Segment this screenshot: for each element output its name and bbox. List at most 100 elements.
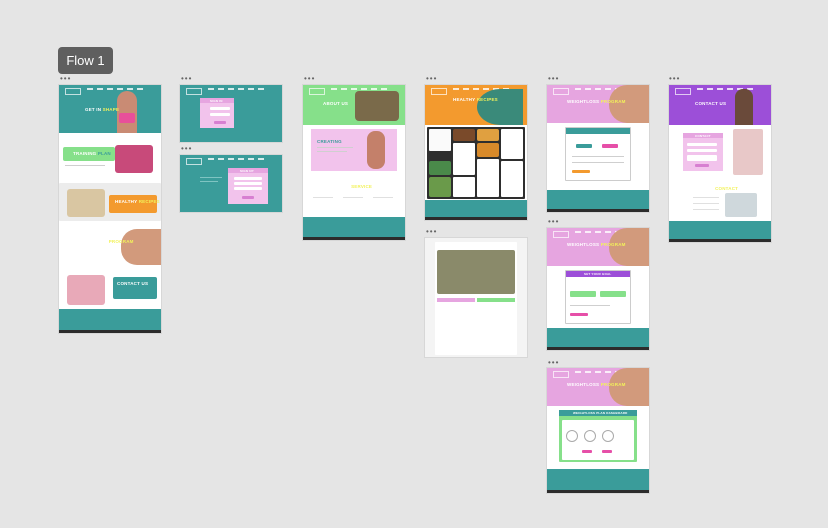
email-input[interactable] [687,149,717,152]
frame-menu-dots[interactable]: ••• [426,228,437,236]
plan-section: TRAINING PLAN [59,141,161,177]
flow-label[interactable]: Flow 1 [58,47,113,74]
recipe-card[interactable] [477,129,499,141]
about-frame[interactable]: ABOUT US CREATING OUR SERVICE [303,85,405,240]
contact-form: CONTACT [683,133,723,171]
logo [309,88,325,95]
recipes-banner[interactable] [109,195,157,213]
recipes-section: HEALTHY RECIPES [59,183,161,221]
plan-title: TRAINING PLAN [73,151,111,156]
contact-hero-title: CONTACT US [695,101,727,106]
email-input[interactable] [234,182,262,185]
contact-person-image [733,129,763,175]
recipe-card[interactable] [453,177,475,197]
recipe-detail-title: HEALTHY PASTA SALAD WITH HERBS [439,243,501,247]
message-input[interactable] [687,155,717,161]
recipes-title: HEALTHY RECIPES [453,97,498,102]
login-frame[interactable]: SIGN IN [180,85,282,142]
service-item [313,197,333,198]
goal-panel: SET YOUR GOAL [565,270,631,324]
recipe-detail-frame[interactable]: HEALTHY PASTA SALAD WITH HERBS [425,238,527,357]
signup-text [200,181,218,182]
frame-menu-dots[interactable]: ••• [426,75,437,83]
home-hero: GET IN SHAPE [59,85,161,133]
logo [553,231,569,238]
goal-panel-title: SET YOUR GOAL [584,272,612,276]
form-field[interactable] [572,162,624,163]
login-button[interactable] [214,121,226,124]
name-input[interactable] [687,143,717,146]
service-section: OUR SERVICE [303,181,405,217]
option-button[interactable] [602,144,618,148]
frame-menu-dots[interactable]: ••• [548,75,559,83]
map-image[interactable] [725,193,757,217]
nav-bar[interactable] [208,88,276,91]
recipe-detail-panel: HEALTHY PASTA SALAD WITH HERBS [435,242,517,355]
form-field[interactable] [572,156,624,157]
password-input[interactable] [210,113,230,116]
username-input[interactable] [210,107,230,110]
name-input[interactable] [234,177,262,180]
footer [59,309,161,333]
recipe-card[interactable] [429,161,451,175]
recipe-card[interactable] [477,143,499,157]
program-section[interactable]: WEIGHTLOSS PROGRAM [59,229,161,265]
recipe-card[interactable] [477,159,499,197]
nav-bar[interactable] [87,88,155,91]
frame-menu-dots[interactable]: ••• [304,75,315,83]
recipe-card[interactable] [501,161,523,197]
home-frame[interactable]: GET IN SHAPE TRAINING PLAN HEALTHY RECIP… [59,85,161,333]
about-hero-image [355,91,399,121]
signup-frame[interactable]: SIGN UP [180,155,282,212]
footer [425,200,527,220]
option-button[interactable] [576,144,592,148]
frame-menu-dots[interactable]: ••• [548,359,559,367]
logo [553,371,569,378]
contact-form-area: CONTACT [677,129,763,175]
frame-menu-dots[interactable]: ••• [548,218,559,226]
recipe-card[interactable] [453,143,475,175]
action-button[interactable] [602,450,612,453]
login-title: SIGN IN [210,98,223,103]
recipes-frame[interactable]: HEALTHY RECIPES [425,85,527,220]
progress-ring [566,430,578,442]
recipes-title: HEALTHY RECIPES [115,199,160,204]
hero-person-image [117,91,137,133]
frame-menu-dots[interactable]: ••• [60,75,71,83]
frame-menu-dots[interactable]: ••• [669,75,680,83]
program-title: WEIGHTLOSS PROGRAM [567,382,626,387]
program-frame-b[interactable]: WEIGHTLOSS PROGRAM SET YOUR GOAL [547,228,649,350]
contact-frame[interactable]: CONTACT US CONTACT OUR CONTACT [669,85,771,242]
submit-button[interactable] [570,313,588,316]
goal-option[interactable] [600,291,626,297]
frame-menu-dots[interactable]: ••• [181,75,192,83]
our-contact-section: OUR CONTACT [669,183,771,221]
program-frame-a[interactable]: WEIGHTLOSS PROGRAM [547,85,649,212]
goal-option[interactable] [570,291,596,297]
recipe-card[interactable] [429,129,451,151]
logo [553,88,569,95]
frame-menu-dots[interactable]: ••• [181,145,192,153]
nav-bar[interactable] [697,88,765,91]
nav-bar[interactable] [208,158,276,161]
contact-image [67,275,105,305]
form-field[interactable] [570,305,610,306]
submit-button[interactable] [572,170,590,173]
recipe-card[interactable] [453,129,475,141]
plan-image [115,145,153,173]
contact-section: CONTACT US [59,271,161,307]
recipe-detail-image [437,250,515,294]
progress-ring [584,430,596,442]
action-button[interactable] [582,450,592,453]
signup-button[interactable] [242,196,254,199]
send-button[interactable] [695,164,709,167]
logo [675,88,691,95]
recipes-hero: HEALTHY RECIPES [425,85,527,125]
program-title: WEIGHTLOSS PROGRAM [567,99,626,104]
password-input[interactable] [234,187,262,190]
footer [669,221,771,242]
program-frame-c[interactable]: WEIGHTLOSS PROGRAM WEIGHTLOSS PLAN DASHB… [547,368,649,493]
contact-form-title: CONTACT [695,133,711,138]
recipe-card[interactable] [429,177,451,197]
program-hero: WEIGHTLOSS PROGRAM [547,85,649,123]
